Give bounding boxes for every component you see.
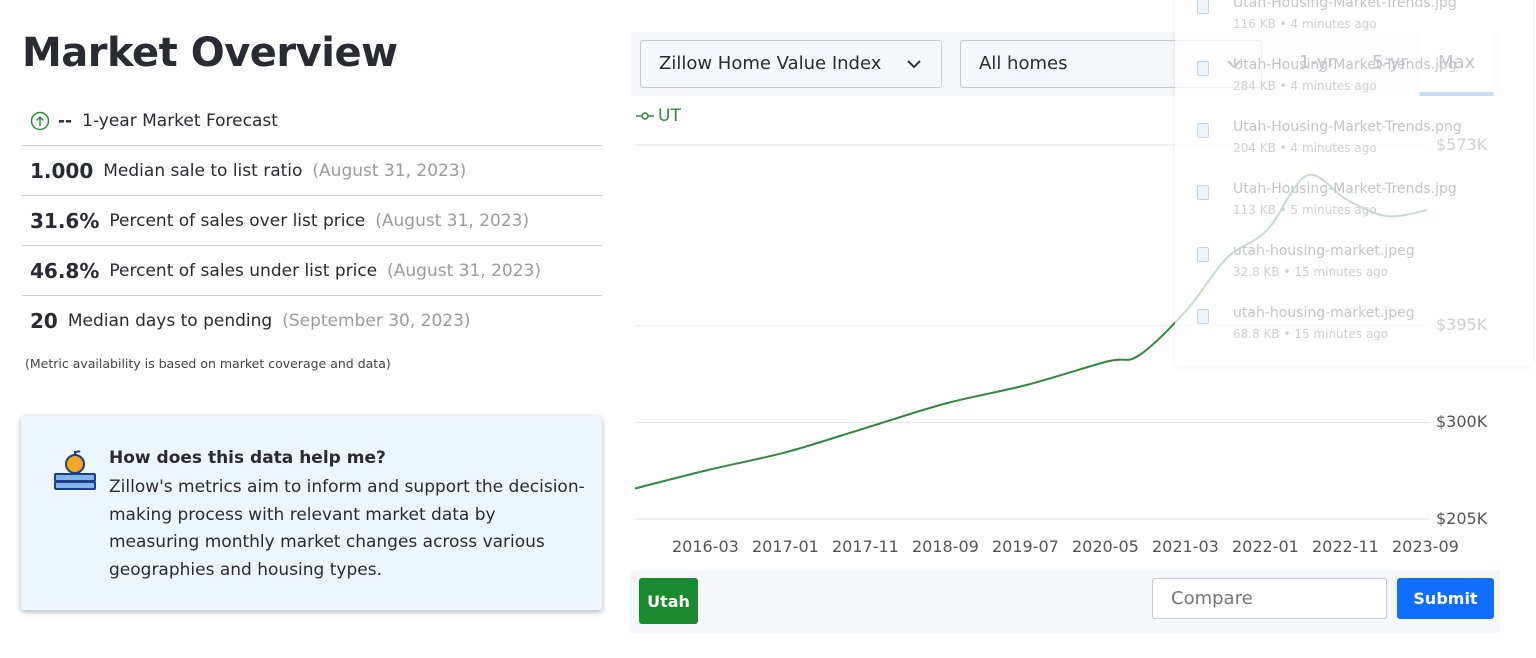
x-tick-label: 2017-01 [752,537,819,556]
region-chip-utah[interactable]: Utah [639,578,698,624]
x-tick-label: 2019-07 [992,537,1059,556]
y-tick-label: $395K [1436,315,1488,334]
x-tick-label: 2017-11 [832,537,899,556]
y-tick-label: $205K [1436,509,1488,528]
y-tick-label: $300K [1436,412,1488,431]
y-tick-label: $573K [1436,135,1488,154]
region-bar: Utah Compare Submit [630,570,1500,633]
x-tick-label: 2022-01 [1232,537,1299,556]
submit-button[interactable]: Submit [1397,578,1494,619]
x-tick-label: 2022-11 [1312,537,1379,556]
x-tick-label: 2021-03 [1152,537,1219,556]
x-tick-label: 2018-09 [912,537,979,556]
series-line-ut [634,173,1428,490]
compare-input[interactable]: Compare [1152,578,1387,619]
line-chart [634,144,1430,520]
x-tick-label: 2016-03 [672,537,739,556]
x-tick-label: 2020-05 [1072,537,1139,556]
x-tick-label: 2023-09 [1392,537,1459,556]
